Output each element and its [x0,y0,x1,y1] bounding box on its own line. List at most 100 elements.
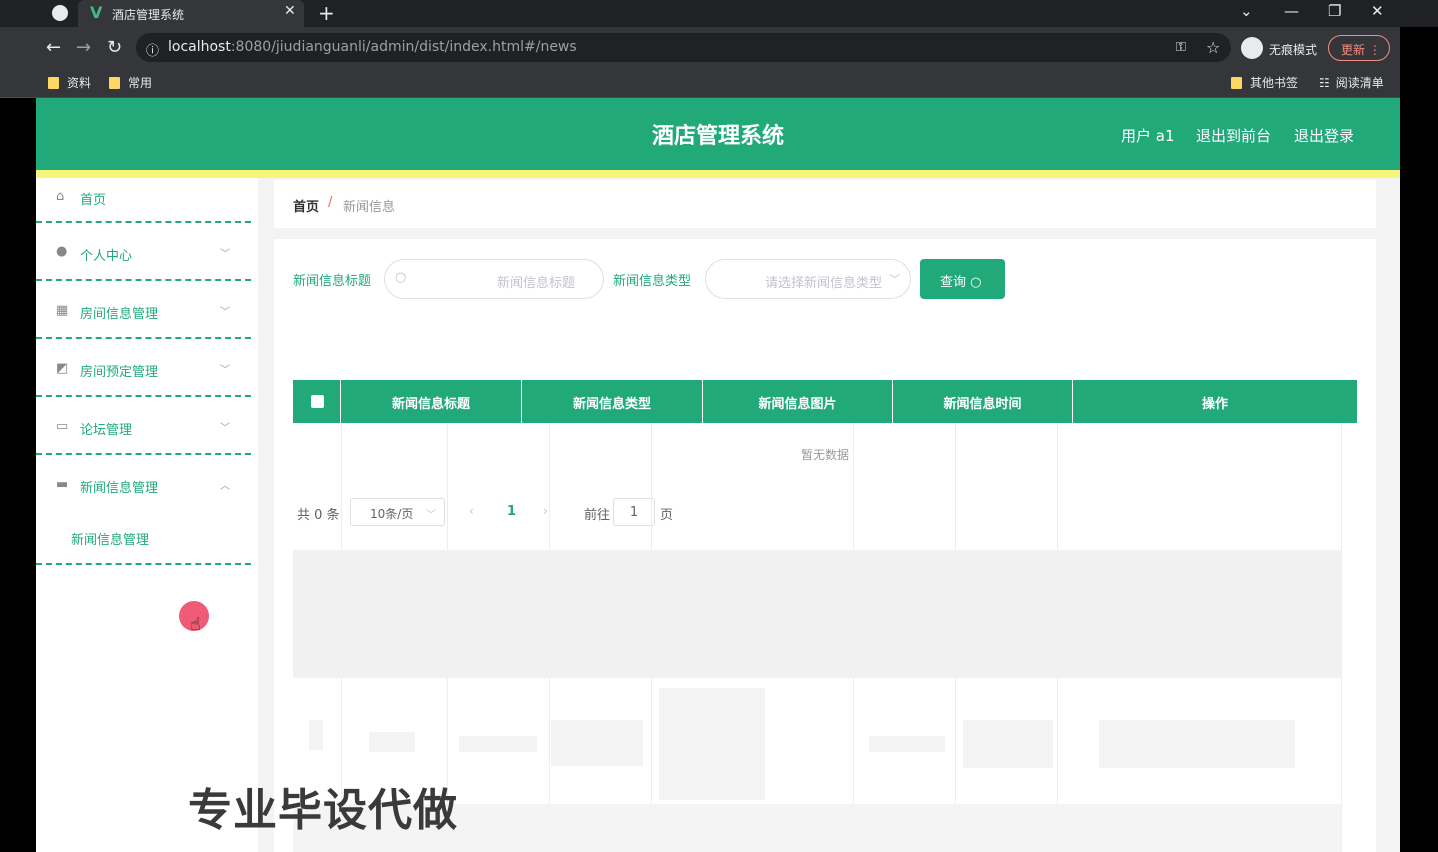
url-text[interactable]: localhost:8080/jiudianguanli/admin/dist/… [168,39,577,55]
breadcrumb-home[interactable]: 首页 [293,196,319,215]
grid-icon: ▦ [56,303,69,318]
sidebar-item-room-booking[interactable]: ◩ 房间预定管理 ﹀ [36,339,258,397]
loading-block [659,688,765,800]
watermark-text: 专业毕设代做 [188,785,458,836]
chart-icon: ◩ [56,361,69,376]
sidebar-item-news[interactable]: ▬ 新闻信息管理 ︿ 新闻信息管理 [36,455,258,565]
title-filter-label: 新闻信息标题 [293,274,372,289]
incognito-icon[interactable] [1241,37,1263,59]
home-icon: ⌂ [56,189,65,204]
empty-state: 暂无数据 [800,448,849,462]
page-suffix: 页 [660,508,674,523]
browser-tab-bar: V 酒店管理系统 ✕ + ⌄ — ❐ ✕ [0,0,1438,27]
column-divider [1341,423,1342,852]
sidebar-item-label: 首页 [80,193,107,208]
loading-row [293,550,1341,678]
hand-cursor-icon: ☝ [190,614,201,635]
pagination-total: 共 0 条 [297,508,340,523]
current-page[interactable]: 1 [507,504,516,519]
sidebar-item-label: 房间预定管理 [80,365,159,380]
loading-block [309,720,323,750]
column-header[interactable]: 新闻信息类型 [522,380,703,423]
back-icon[interactable]: ← [46,37,61,58]
screen-border [1400,27,1438,852]
folder-icon [109,77,120,89]
folder-icon [48,77,59,89]
goto-label: 前往 [584,508,611,523]
loading-block [869,736,945,752]
chevron-down-icon: ﹀ [426,510,436,521]
reading-list-icon: ☷ [1319,76,1330,90]
search-icon: ○ [395,270,407,285]
chevron-down-icon: ﹀ [220,423,230,434]
briefcase-icon: ▬ [56,477,69,492]
sidebar: ⌂ 首页 ● 个人中心 ﹀ ▦ 房间信息管理 ﹀ ◩ 房间预定管理 ﹀ ▭ 论坛… [36,178,258,852]
select-all-column [293,380,341,423]
loading-block [459,736,537,752]
vue-logo-icon: V [90,3,103,22]
forward-icon[interactable]: → [76,37,91,58]
chevron-down-icon: ﹀ [889,273,900,286]
other-bookmarks[interactable]: 其他书签 [1231,74,1298,91]
column-header[interactable]: 新闻信息时间 [893,380,1073,423]
type-select-placeholder: 请选择新闻信息类型 [764,276,882,291]
chevron-up-icon: ︿ [220,481,230,492]
loading-block [369,732,415,752]
type-filter-label: 新闻信息类型 [613,274,692,289]
column-header[interactable]: 新闻信息标题 [341,380,522,423]
user-label: 用户 a1 [1121,127,1175,145]
search-icon: ○ [970,275,982,290]
sidebar-item-forum[interactable]: ▭ 论坛管理 ﹀ [36,397,258,455]
star-icon[interactable]: ☆ [1206,38,1220,57]
breadcrumb-current: 新闻信息 [343,200,396,215]
key-icon[interactable]: ⚿ [1176,40,1186,55]
table-header: 新闻信息标题 新闻信息类型 新闻信息图片 新闻信息时间 操作 [293,380,1357,423]
loading-block [963,720,1053,768]
tab-close-icon[interactable]: ✕ [284,3,296,19]
type-select[interactable]: 请选择新闻信息类型 ﹀ [705,259,911,299]
browser-menu-icon[interactable] [52,5,68,21]
breadcrumb-separator: / [328,195,333,210]
chevron-down-icon: ﹀ [220,365,230,376]
close-window-icon[interactable]: ✕ [1371,2,1384,20]
to-front-link[interactable]: 退出到前台 [1196,125,1271,146]
goto-page-input[interactable]: 1 [613,498,655,526]
folder-icon [1231,77,1242,89]
sidebar-item-room-info[interactable]: ▦ 房间信息管理 ﹀ [36,281,258,339]
sidebar-item-label: 个人中心 [80,249,133,264]
logout-link[interactable]: 退出登录 [1294,125,1354,146]
sidebar-item-label: 新闻信息管理 [80,481,159,496]
title-search-input[interactable]: ○ 新闻信息标题 [384,259,604,299]
next-page-icon[interactable]: › [543,504,548,518]
tab-search-icon[interactable]: ⌄ [1240,2,1253,20]
select-all-checkbox[interactable] [311,395,324,408]
header-stripe [36,170,1400,178]
column-header[interactable]: 操作 [1073,380,1357,423]
new-tab-icon[interactable]: + [318,1,335,25]
sidebar-item-personal-center[interactable]: ● 个人中心 ﹀ [36,223,258,281]
title-search-placeholder: 新闻信息标题 [496,276,575,291]
site-info-icon[interactable]: ⓘ [146,40,159,59]
query-button[interactable]: 查询 ○ [920,259,1005,299]
chevron-down-icon: ﹀ [220,307,230,318]
bookmarks-bar [0,67,1400,98]
bookmark-folder-0[interactable]: 资料 [48,74,91,91]
divider [36,563,251,565]
minimize-icon[interactable]: — [1284,2,1299,20]
update-button[interactable]: 更新 ⋮ [1328,35,1390,61]
page-size-select[interactable]: 10条/页 ﹀ [350,498,445,526]
sidebar-subitem-news-manage[interactable]: 新闻信息管理 [71,529,149,548]
chat-icon: ▭ [56,419,69,434]
bookmark-folder-1[interactable]: 常用 [109,74,152,91]
reload-icon[interactable]: ↻ [107,37,122,58]
tab-title: 酒店管理系统 [112,8,185,22]
sidebar-item-label: 房间信息管理 [80,307,159,322]
app-header: 酒店管理系统 用户 a1 退出到前台 退出登录 [36,98,1400,170]
restore-icon[interactable]: ❐ [1328,2,1341,20]
prev-page-icon[interactable]: ‹ [469,504,474,518]
loading-block [1099,720,1295,768]
breadcrumb: 首页 / 新闻信息 [274,180,1376,228]
column-header[interactable]: 新闻信息图片 [703,380,893,423]
app-root: 酒店管理系统 用户 a1 退出到前台 退出登录 ⌂ 首页 ● 个人中心 ﹀ ▦ … [36,98,1400,852]
reading-list[interactable]: ☷ 阅读清单 [1319,74,1384,91]
